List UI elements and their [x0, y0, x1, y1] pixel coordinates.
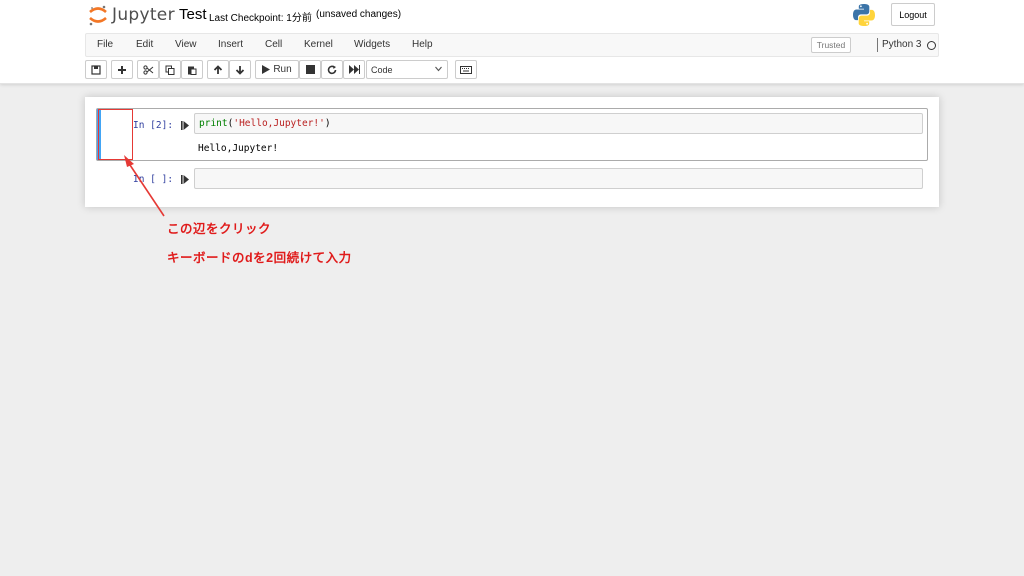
kernel-idle-indicator — [927, 41, 936, 50]
run-button[interactable]: Run — [255, 60, 299, 79]
copy-button[interactable] — [159, 60, 181, 79]
chevron-down-icon — [435, 66, 442, 72]
code-input[interactable]: print('Hello,Jupyter!') — [194, 113, 923, 134]
save-icon — [91, 64, 101, 75]
jupyter-logo-text: Jupyter — [112, 5, 175, 25]
kernel-divider — [877, 38, 878, 52]
input-prompt: In [2]: — [133, 120, 174, 131]
annotation-arrow — [124, 155, 165, 217]
menu-help[interactable]: Help — [412, 39, 433, 50]
menu-cell[interactable]: Cell — [265, 39, 282, 50]
annotation-line-2: キーボードのdを2回続けて入力 — [167, 251, 352, 265]
run-cell-icon[interactable] — [181, 121, 189, 130]
keyboard-icon — [460, 65, 472, 74]
copy-icon — [165, 65, 175, 75]
arrow-down-icon — [235, 65, 245, 75]
restart-kernel-button[interactable] — [321, 60, 343, 79]
jupyter-logo-icon — [89, 5, 107, 26]
stop-icon — [305, 65, 315, 74]
restart-icon — [327, 65, 337, 74]
cell-type-value: Code — [371, 64, 393, 75]
code-string: 'Hello,Jupyter!' — [233, 118, 325, 129]
unsaved-changes-indicator: (unsaved changes) — [316, 9, 402, 20]
notebook-container: In [2]: print('Hello,Jupyter!') Hello,Ju… — [85, 97, 939, 207]
code-builtin: print — [199, 118, 228, 129]
annotation-highlight-box — [98, 109, 133, 160]
play-icon — [262, 65, 271, 74]
move-up-button[interactable] — [207, 60, 229, 79]
notebook-title[interactable]: Test — [179, 6, 207, 23]
restart-run-all-button[interactable] — [343, 60, 365, 79]
code-paren-close: ) — [324, 118, 331, 129]
save-button[interactable] — [85, 60, 107, 79]
cell-output: Hello,Jupyter! — [198, 143, 279, 154]
menu-kernel[interactable]: Kernel — [304, 39, 333, 50]
run-cell-icon[interactable] — [181, 175, 189, 184]
menu-widgets[interactable]: Widgets — [354, 39, 390, 50]
insert-cell-button[interactable] — [111, 60, 133, 79]
code-input-empty[interactable] — [194, 168, 923, 189]
python-logo-icon — [853, 4, 875, 26]
run-button-label: Run — [273, 64, 292, 75]
move-down-button[interactable] — [229, 60, 251, 79]
scissors-icon — [142, 64, 153, 75]
menubar: File Edit View Insert Cell Kernel Widget… — [85, 33, 939, 57]
logout-button[interactable]: Logout — [891, 3, 935, 26]
menu-file[interactable]: File — [97, 39, 113, 50]
menu-edit[interactable]: Edit — [136, 39, 153, 50]
cell-type-select[interactable]: Code — [366, 60, 448, 79]
arrow-up-icon — [213, 64, 223, 74]
interrupt-button[interactable] — [299, 60, 321, 79]
command-palette-button[interactable] — [455, 60, 477, 79]
menu-view[interactable]: View — [175, 39, 197, 50]
plus-icon — [118, 65, 126, 74]
code-cell-selected[interactable]: In [2]: print('Hello,Jupyter!') Hello,Ju… — [96, 108, 928, 161]
fast-forward-icon — [348, 65, 360, 74]
input-prompt-empty: In [ ]: — [133, 174, 174, 185]
paste-button[interactable] — [181, 60, 203, 79]
jupyter-logo[interactable]: Jupyter — [88, 3, 175, 27]
menu-insert[interactable]: Insert — [218, 39, 243, 50]
annotation-line-1: この辺をクリック — [167, 222, 272, 236]
kernel-name: Python 3 — [882, 39, 922, 50]
last-checkpoint: Last Checkpoint: 1分前 — [209, 13, 312, 24]
cut-button[interactable] — [137, 60, 159, 79]
paste-icon — [188, 66, 197, 75]
trusted-indicator[interactable]: Trusted — [811, 37, 851, 53]
